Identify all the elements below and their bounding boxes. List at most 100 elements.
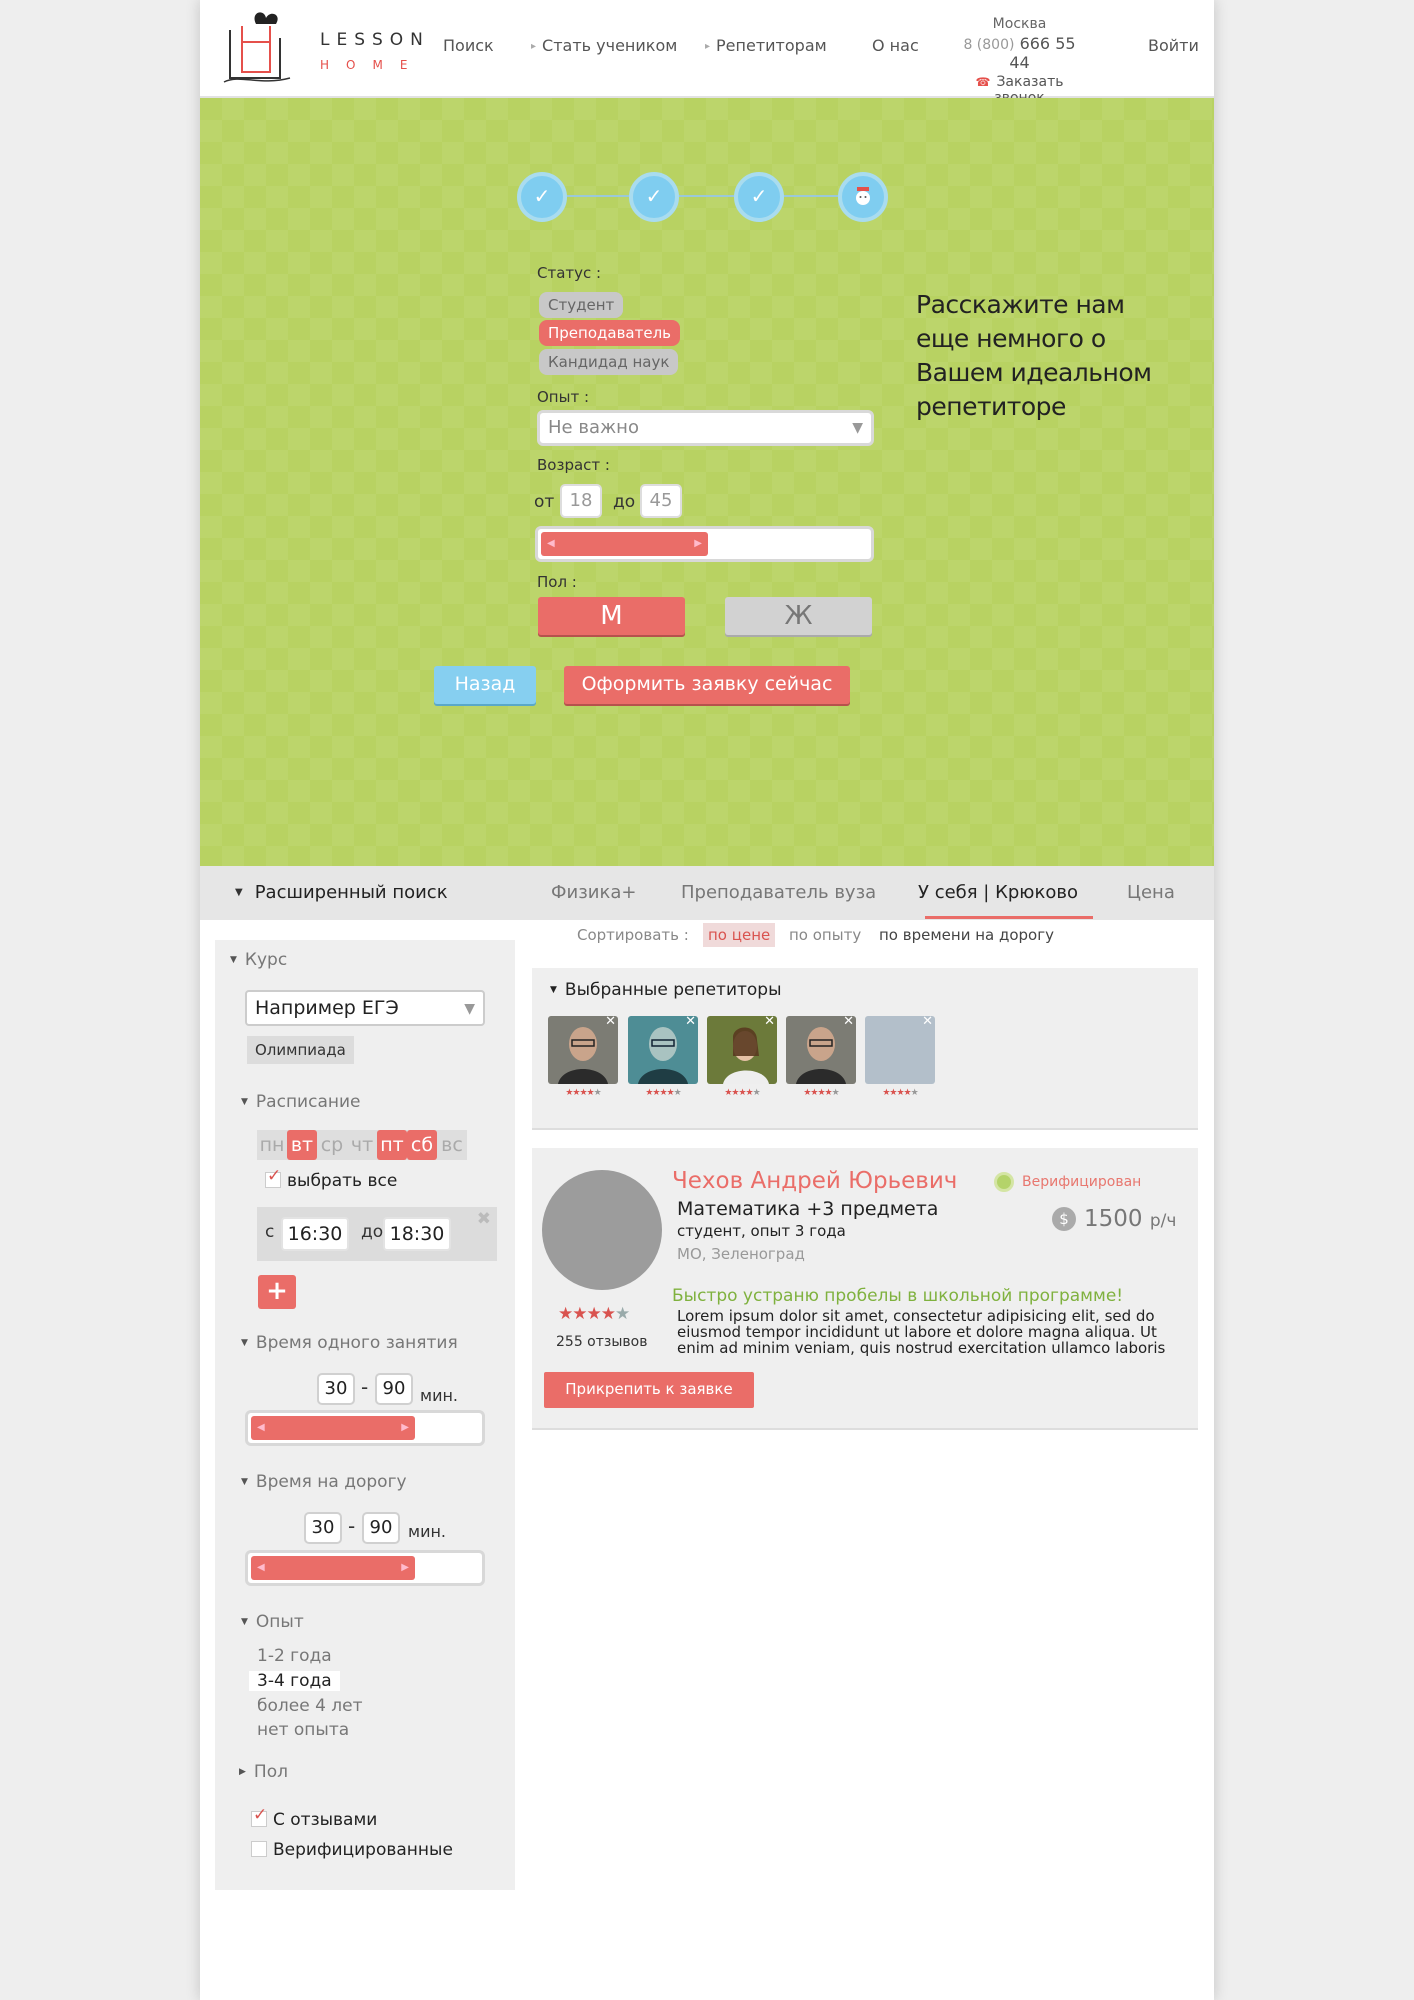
nav-for-tutors[interactable]: ▸ Репетиторам bbox=[705, 36, 827, 55]
tutor-thumbnail[interactable]: ✕ bbox=[707, 1014, 777, 1084]
time-interval-row: с 16:30 до 18:30 ✖ bbox=[257, 1207, 497, 1261]
contact-phone[interactable]: 8 (800) 666 55 44 bbox=[952, 34, 1087, 72]
tutor-thumbnail[interactable]: ✕ bbox=[628, 1014, 698, 1084]
day-mon[interactable]: пн bbox=[257, 1130, 287, 1160]
experience-option[interactable]: более 4 лет bbox=[257, 1696, 363, 1716]
time-from-input[interactable]: 16:30 bbox=[281, 1217, 349, 1251]
day-thu[interactable]: чт bbox=[347, 1130, 377, 1160]
close-icon[interactable]: ✖ bbox=[477, 1209, 491, 1229]
close-icon[interactable]: ✕ bbox=[764, 1014, 775, 1029]
road-max-input[interactable]: 90 bbox=[362, 1512, 400, 1544]
chosen-tutors-panel: ▼ Выбранные репетиторы ✕ ★★★★★ ✕ ★★★★★ ✕ … bbox=[532, 968, 1198, 1130]
road-slider-fill[interactable]: ◀ ▶ bbox=[251, 1556, 415, 1580]
tutor-name[interactable]: Чехов Андрей Юрьевич bbox=[672, 1168, 957, 1194]
day-wed[interactable]: ср bbox=[317, 1130, 347, 1160]
tutor-rating-stars: ★★★★★ bbox=[558, 1304, 630, 1324]
lesson-slider-fill[interactable]: ◀ ▶ bbox=[251, 1416, 415, 1440]
filter-location[interactable]: У себя | Крюково bbox=[918, 882, 1078, 903]
gender-female-button[interactable]: Ж bbox=[725, 597, 872, 635]
time-from-label: с bbox=[265, 1222, 275, 1242]
login-link[interactable]: Войти bbox=[1148, 36, 1199, 55]
check-icon: ✓ bbox=[645, 184, 663, 208]
lesson-duration-slider[interactable]: ◀ ▶ bbox=[245, 1410, 485, 1446]
avatar[interactable] bbox=[542, 1170, 662, 1290]
nav-arrow-icon: ▸ bbox=[705, 41, 711, 52]
step-3[interactable]: ✓ bbox=[734, 172, 784, 222]
lesson-max-input[interactable]: 90 bbox=[375, 1373, 413, 1405]
back-button[interactable]: Назад bbox=[434, 666, 536, 704]
tutor-thumbnail-empty[interactable]: ✕ bbox=[865, 1014, 935, 1084]
nav-about[interactable]: О нас bbox=[872, 36, 919, 55]
sort-label: Сортировать : bbox=[577, 926, 689, 944]
close-icon[interactable]: ✕ bbox=[685, 1014, 696, 1029]
submit-request-button[interactable]: Оформить заявку сейчас bbox=[564, 666, 850, 704]
status-candidate[interactable]: Кандидад наук bbox=[539, 349, 679, 375]
age-from-label: от bbox=[534, 492, 555, 512]
logo-word-lesson: LESSON bbox=[320, 30, 430, 50]
day-fri[interactable]: пт bbox=[377, 1130, 407, 1160]
course-select[interactable]: Например ЕГЭ ▼ bbox=[245, 990, 485, 1026]
attach-to-request-button[interactable]: Прикрепить к заявке bbox=[544, 1372, 754, 1408]
course-tag[interactable]: Олимпиада bbox=[247, 1036, 354, 1064]
step-4[interactable] bbox=[838, 172, 888, 222]
travel-time-title[interactable]: ▼ Время на дорогу bbox=[241, 1472, 407, 1492]
select-all-days-checkbox[interactable]: ✓ выбрать все bbox=[265, 1166, 397, 1191]
lesson-min-input[interactable]: 30 bbox=[317, 1373, 355, 1405]
sort-by-travel-time[interactable]: по времени на дорогу bbox=[879, 926, 1054, 944]
step-1[interactable]: ✓ bbox=[517, 172, 567, 222]
schedule-section-title[interactable]: ▼ Расписание bbox=[241, 1092, 361, 1112]
filter-price[interactable]: Цена bbox=[1127, 882, 1175, 903]
lesson-duration-title[interactable]: ▼ Время одного занятия bbox=[241, 1333, 458, 1353]
filter-subject[interactable]: Физика+ bbox=[551, 882, 636, 903]
gender-section-title[interactable]: ▶ Пол bbox=[239, 1762, 288, 1782]
with-reviews-checkbox[interactable]: ✓ С отзывами bbox=[251, 1805, 377, 1830]
slider-right-handle-icon[interactable]: ▶ bbox=[401, 1416, 409, 1440]
sort-by-experience[interactable]: по опыту bbox=[789, 926, 861, 944]
day-tue[interactable]: вт bbox=[287, 1130, 317, 1160]
course-section-title[interactable]: ▼ Курс bbox=[230, 950, 287, 970]
close-icon[interactable]: ✕ bbox=[605, 1014, 616, 1029]
experience-option-selected[interactable]: 3-4 года bbox=[249, 1671, 340, 1691]
experience-option[interactable]: 1-2 года bbox=[257, 1646, 332, 1666]
page: LESSON HOME Поиск ▸ Стать учеником ▸ Репет… bbox=[200, 0, 1214, 2000]
experience-select[interactable]: Не важно ▼ bbox=[537, 410, 874, 446]
age-to-input[interactable]: 45 bbox=[640, 484, 682, 518]
tutor-info: студент, опыт 3 года bbox=[677, 1222, 846, 1240]
tutor-thumbnail[interactable]: ✕ bbox=[786, 1014, 856, 1084]
verified-checkbox[interactable]: Верифицированные bbox=[251, 1840, 453, 1860]
step-2[interactable]: ✓ bbox=[629, 172, 679, 222]
tutor-thumbnail[interactable]: ✕ bbox=[548, 1014, 618, 1084]
close-icon[interactable]: ✕ bbox=[843, 1014, 854, 1029]
status-teacher[interactable]: Преподаватель bbox=[539, 320, 681, 346]
tutor-rating: ★★★★★ bbox=[882, 1088, 918, 1098]
age-range-fill[interactable]: ◀ ▶ bbox=[541, 532, 708, 556]
day-sat[interactable]: сб bbox=[407, 1130, 437, 1160]
add-interval-button[interactable]: + bbox=[258, 1275, 296, 1309]
nav-become-student[interactable]: ▸ Стать учеником bbox=[531, 36, 677, 55]
slider-right-handle-icon[interactable]: ▶ bbox=[694, 532, 702, 556]
gender-male-button[interactable]: М bbox=[538, 597, 685, 635]
sort-by-price[interactable]: по цене bbox=[703, 923, 776, 947]
nav-search[interactable]: Поиск bbox=[443, 36, 494, 55]
age-range-slider[interactable]: ◀ ▶ bbox=[535, 526, 874, 562]
chosen-tutors-title[interactable]: ▼ Выбранные репетиторы bbox=[550, 980, 782, 1000]
header: LESSON HOME Поиск ▸ Стать учеником ▸ Репет… bbox=[200, 0, 1214, 106]
slider-left-handle-icon[interactable]: ◀ bbox=[257, 1556, 265, 1580]
status-student[interactable]: Студент bbox=[539, 292, 624, 318]
experience-option[interactable]: нет опыта bbox=[257, 1720, 349, 1740]
filter-tutor-type[interactable]: Преподаватель вуза bbox=[681, 882, 876, 903]
travel-time-slider[interactable]: ◀ ▶ bbox=[245, 1550, 485, 1586]
slider-left-handle-icon[interactable]: ◀ bbox=[257, 1416, 265, 1440]
experience-section-title[interactable]: ▼ Опыт bbox=[241, 1612, 304, 1632]
road-min-input[interactable]: 30 bbox=[304, 1512, 342, 1544]
logo[interactable]: LESSON HOME bbox=[220, 8, 423, 88]
slider-right-handle-icon[interactable]: ▶ bbox=[401, 1556, 409, 1580]
day-sun[interactable]: вс bbox=[437, 1130, 467, 1160]
age-from-input[interactable]: 18 bbox=[560, 484, 602, 518]
advanced-search-toggle[interactable]: ▼ Расширенный поиск bbox=[235, 882, 448, 903]
time-to-input[interactable]: 18:30 bbox=[383, 1217, 451, 1251]
tutor-rating: ★★★★★ bbox=[724, 1088, 760, 1098]
close-icon[interactable]: ✕ bbox=[922, 1014, 933, 1029]
slider-left-handle-icon[interactable]: ◀ bbox=[547, 532, 555, 556]
reviews-count[interactable]: 255 отзывов bbox=[556, 1334, 647, 1350]
